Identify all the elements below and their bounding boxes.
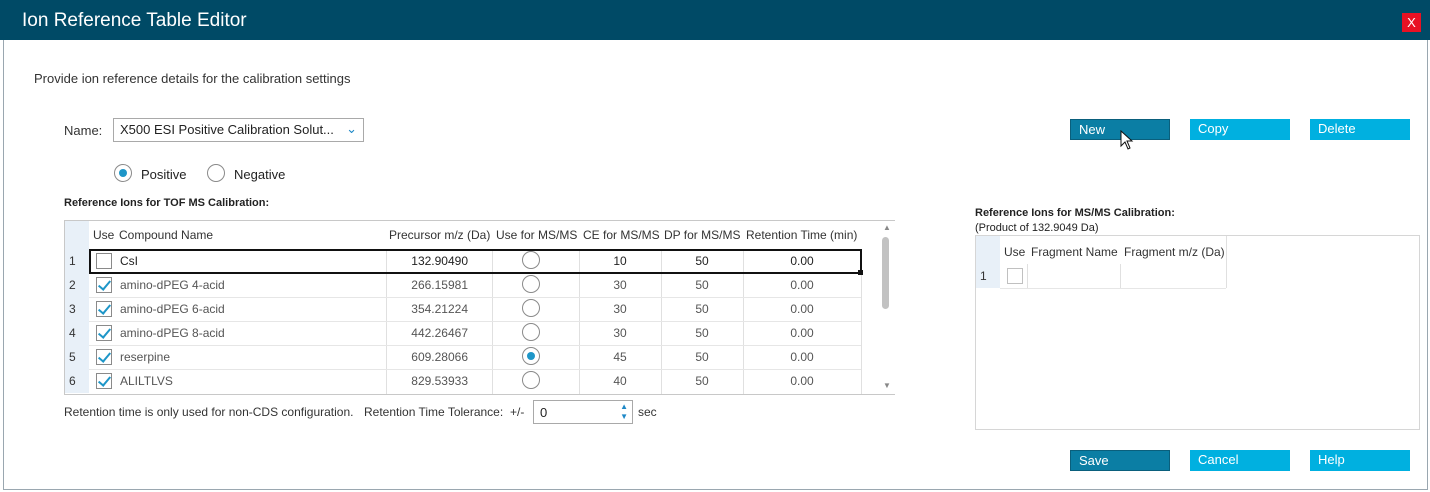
col-header-use[interactable]: Use [1004, 245, 1025, 259]
ce-cell[interactable]: 40 [579, 369, 661, 393]
row-use-checkbox[interactable] [96, 373, 112, 389]
vertical-scrollbar[interactable]: ▲ ▼ [879, 221, 895, 394]
divider [1226, 236, 1227, 288]
col-header-precursor[interactable]: Precursor m/z (Da) [389, 228, 490, 242]
mouse-cursor-icon [1120, 130, 1134, 150]
row-use-checkbox[interactable] [96, 349, 112, 365]
tof-section-title: Reference Ions for TOF MS Calibration: [64, 197, 270, 209]
positive-radio[interactable] [114, 164, 132, 182]
precursor-cell[interactable]: 609.28066 [396, 345, 468, 369]
window-title: Ion Reference Table Editor [22, 10, 247, 31]
compound-name-cell[interactable]: amino-dPEG 6-acid [120, 297, 225, 321]
row-msms-radio[interactable] [522, 275, 540, 293]
row-use-checkbox[interactable] [96, 325, 112, 341]
name-dropdown-value: X500 ESI Positive Calibration Solut... [120, 122, 334, 137]
row-msms-radio[interactable] [522, 299, 540, 317]
row-divider [1000, 288, 1226, 289]
col-header-use[interactable]: Use [93, 228, 114, 242]
close-button[interactable]: X [1402, 13, 1421, 32]
row-msms-radio[interactable] [522, 371, 540, 389]
col-header-ce[interactable]: CE for MS/MS [583, 228, 660, 242]
delete-button[interactable]: Delete [1310, 119, 1410, 140]
selected-row-outline [89, 249, 863, 275]
dp-cell[interactable]: 50 [661, 273, 743, 297]
grid-corner [976, 236, 1000, 264]
col-header-fragment-name[interactable]: Fragment Name [1031, 245, 1118, 259]
row-msms-radio[interactable] [522, 323, 540, 341]
precursor-cell[interactable]: 266.15981 [396, 273, 468, 297]
row-use-checkbox[interactable] [96, 301, 112, 317]
tolerance-stepper[interactable]: 0 ▲ ▼ [533, 400, 633, 424]
ce-cell[interactable]: 30 [579, 273, 661, 297]
precursor-cell[interactable]: 442.26467 [396, 321, 468, 345]
scroll-up-icon[interactable]: ▲ [883, 223, 891, 232]
save-button[interactable]: Save [1070, 450, 1170, 471]
row-use-checkbox[interactable] [96, 277, 112, 293]
compound-name-cell[interactable]: amino-dPEG 4-acid [120, 273, 225, 297]
row-number: 2 [65, 273, 89, 297]
rt-cell[interactable]: 0.00 [743, 273, 861, 297]
tof-grid-header: Use Compound Name Precursor m/z (Da) Use… [65, 221, 861, 249]
title-bar: Ion Reference Table Editor X [0, 0, 1430, 40]
precursor-cell[interactable]: 354.21224 [396, 297, 468, 321]
row-number: 5 [65, 345, 89, 369]
row-number: 1 [976, 264, 1000, 288]
msms-section-subtitle: (Product of 132.9049 Da) [975, 222, 1099, 234]
scrollbar-thumb[interactable] [882, 237, 889, 309]
negative-radio[interactable] [207, 164, 225, 182]
tof-reference-grid[interactable]: Use Compound Name Precursor m/z (Da) Use… [64, 220, 895, 395]
msms-reference-grid[interactable]: Use Fragment Name Fragment m/z (Da) 1 [975, 235, 1420, 430]
col-header-fragment-mz[interactable]: Fragment m/z (Da) [1124, 245, 1225, 259]
scroll-down-icon[interactable]: ▼ [883, 381, 891, 390]
divider [1027, 264, 1028, 288]
row-number: 6 [65, 369, 89, 393]
row-msms-radio[interactable] [522, 347, 540, 365]
col-header-dp[interactable]: DP for MS/MS [664, 228, 740, 242]
fragment-mz-cell[interactable] [1124, 264, 1224, 288]
col-header-compound-name[interactable]: Compound Name [119, 228, 213, 242]
dp-cell[interactable]: 50 [661, 297, 743, 321]
name-label: Name: [64, 123, 103, 138]
msms-section-title: Reference Ions for MS/MS Calibration: [975, 207, 1175, 219]
grid-corner [65, 221, 89, 249]
unit-label: sec [638, 405, 657, 419]
col-header-use-msms[interactable]: Use for MS/MS [496, 228, 577, 242]
fragment-name-cell[interactable] [1031, 264, 1120, 288]
instructions-text: Provide ion reference details for the ca… [34, 71, 351, 86]
cancel-button[interactable]: Cancel [1190, 450, 1290, 471]
compound-name-cell[interactable]: amino-dPEG 8-acid [120, 321, 225, 345]
dp-cell[interactable]: 50 [661, 369, 743, 393]
negative-radio-label: Negative [234, 167, 286, 182]
ce-cell[interactable]: 30 [579, 321, 661, 345]
chevron-down-icon: ⌄ [346, 121, 357, 136]
col-header-rt[interactable]: Retention Time (min) [746, 228, 857, 242]
ce-cell[interactable]: 45 [579, 345, 661, 369]
dp-cell[interactable]: 50 [661, 321, 743, 345]
retention-note: Retention time is only used for non-CDS … [64, 405, 354, 419]
rt-cell[interactable]: 0.00 [743, 369, 861, 393]
row-number: 1 [65, 249, 89, 273]
precursor-cell[interactable]: 829.53933 [396, 369, 468, 393]
rt-cell[interactable]: 0.00 [743, 345, 861, 369]
plus-minus-label: +/- [510, 405, 525, 419]
positive-radio-label: Positive [141, 167, 187, 182]
ce-cell[interactable]: 30 [579, 297, 661, 321]
rt-cell[interactable]: 0.00 [743, 321, 861, 345]
fill-handle[interactable] [858, 270, 863, 275]
tolerance-value: 0 [540, 405, 548, 420]
copy-button[interactable]: Copy [1190, 119, 1290, 140]
row-number: 3 [65, 297, 89, 321]
compound-name-cell[interactable]: reserpine [120, 345, 170, 369]
decrement-icon[interactable]: ▼ [620, 412, 628, 421]
increment-icon[interactable]: ▲ [620, 402, 628, 411]
dp-cell[interactable]: 50 [661, 345, 743, 369]
compound-name-cell[interactable]: ALILTLVS [120, 369, 173, 393]
row-use-checkbox[interactable] [1007, 268, 1023, 284]
help-button[interactable]: Help [1310, 450, 1410, 471]
row-number: 4 [65, 321, 89, 345]
tolerance-label: Retention Time Tolerance: [364, 405, 504, 419]
name-dropdown[interactable]: X500 ESI Positive Calibration Solut... ⌄ [113, 118, 364, 142]
divider [1120, 264, 1121, 288]
rt-cell[interactable]: 0.00 [743, 297, 861, 321]
